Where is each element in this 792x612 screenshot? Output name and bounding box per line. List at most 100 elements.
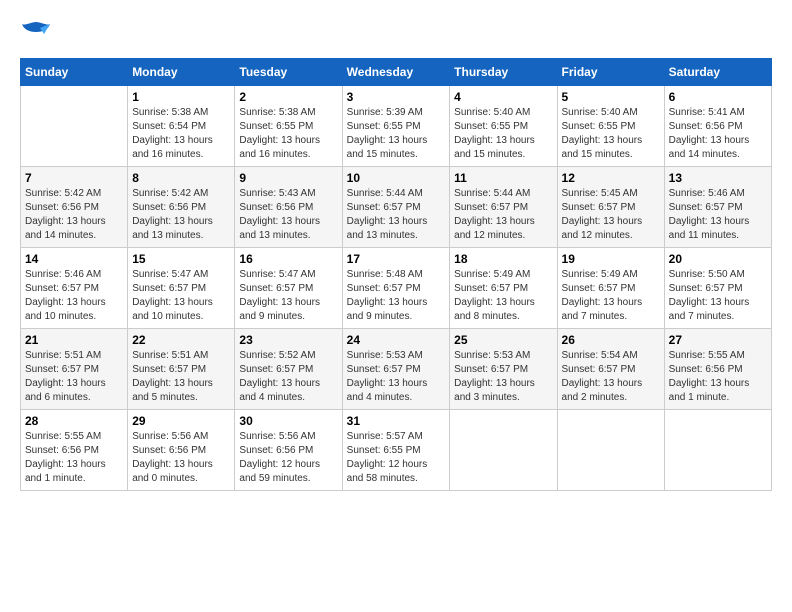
calendar-cell: 10 Sunrise: 5:44 AM Sunset: 6:57 PM Dayli… <box>342 167 450 248</box>
calendar-cell: 4 Sunrise: 5:40 AM Sunset: 6:55 PM Daylig… <box>450 86 557 167</box>
day-info: Sunrise: 5:38 AM Sunset: 6:55 PM Dayligh… <box>239 106 337 162</box>
week-row-5: 28 Sunrise: 5:55 AM Sunset: 6:56 PM Dayli… <box>21 410 772 491</box>
day-info: Sunrise: 5:49 AM Sunset: 6:57 PM Dayligh… <box>562 268 660 324</box>
day-info: Sunrise: 5:43 AM Sunset: 6:56 PM Dayligh… <box>239 187 337 243</box>
day-number: 15 <box>132 252 230 266</box>
day-number: 12 <box>562 171 660 185</box>
week-row-1: 1Sunrise: 5:38 AM Sunset: 6:54 PM Daylig… <box>21 86 772 167</box>
day-number: 29 <box>132 414 230 428</box>
calendar-cell: 23 Sunrise: 5:52 AM Sunset: 6:57 PM Dayli… <box>235 329 342 410</box>
day-info: Sunrise: 5:53 AM Sunset: 6:57 PM Dayligh… <box>454 349 552 405</box>
day-header-saturday: Saturday <box>664 59 771 86</box>
day-info: Sunrise: 5:41 AM Sunset: 6:56 PM Dayligh… <box>669 106 767 162</box>
calendar-cell: 22 Sunrise: 5:51 AM Sunset: 6:57 PM Dayli… <box>128 329 235 410</box>
days-header: SundayMondayTuesdayWednesdayThursdayFrid… <box>21 59 772 86</box>
calendar-cell: 25 Sunrise: 5:53 AM Sunset: 6:57 PM Dayli… <box>450 329 557 410</box>
day-number: 19 <box>562 252 660 266</box>
day-header-monday: Monday <box>128 59 235 86</box>
calendar-cell: 3 Sunrise: 5:39 AM Sunset: 6:55 PM Daylig… <box>342 86 450 167</box>
day-info: Sunrise: 5:57 AM Sunset: 6:55 PM Dayligh… <box>347 430 446 486</box>
week-row-2: 7Sunrise: 5:42 AM Sunset: 6:56 PM Daylig… <box>21 167 772 248</box>
day-number: 23 <box>239 333 337 347</box>
day-info: Sunrise: 5:48 AM Sunset: 6:57 PM Dayligh… <box>347 268 446 324</box>
day-number: 17 <box>347 252 446 266</box>
day-number: 14 <box>25 252 123 266</box>
calendar-cell: 5Sunrise: 5:40 AM Sunset: 6:55 PM Daylig… <box>557 86 664 167</box>
calendar-cell: 16Sunrise: 5:47 AM Sunset: 6:57 PM Dayli… <box>235 248 342 329</box>
day-number: 30 <box>239 414 337 428</box>
calendar-cell: 8Sunrise: 5:42 AM Sunset: 6:56 PM Daylig… <box>128 167 235 248</box>
day-number: 6 <box>669 90 767 104</box>
day-number: 3 <box>347 90 446 104</box>
day-header-sunday: Sunday <box>21 59 128 86</box>
day-info: Sunrise: 5:51 AM Sunset: 6:57 PM Dayligh… <box>132 349 230 405</box>
calendar-cell: 7Sunrise: 5:42 AM Sunset: 6:56 PM Daylig… <box>21 167 128 248</box>
day-number: 31 <box>347 414 446 428</box>
day-number: 8 <box>132 171 230 185</box>
day-header-thursday: Thursday <box>450 59 557 86</box>
day-number: 24 <box>347 333 446 347</box>
logo <box>20 20 56 48</box>
day-info: Sunrise: 5:56 AM Sunset: 6:56 PM Dayligh… <box>239 430 337 486</box>
day-number: 25 <box>454 333 552 347</box>
day-number: 13 <box>669 171 767 185</box>
day-info: Sunrise: 5:53 AM Sunset: 6:57 PM Dayligh… <box>347 349 446 405</box>
calendar-cell: 2Sunrise: 5:38 AM Sunset: 6:55 PM Daylig… <box>235 86 342 167</box>
calendar-table: SundayMondayTuesdayWednesdayThursdayFrid… <box>20 58 772 491</box>
calendar-cell: 29 Sunrise: 5:56 AM Sunset: 6:56 PM Dayli… <box>128 410 235 491</box>
day-info: Sunrise: 5:49 AM Sunset: 6:57 PM Dayligh… <box>454 268 552 324</box>
day-number: 28 <box>25 414 123 428</box>
calendar-cell: 17 Sunrise: 5:48 AM Sunset: 6:57 PM Dayli… <box>342 248 450 329</box>
day-header-wednesday: Wednesday <box>342 59 450 86</box>
day-info: Sunrise: 5:39 AM Sunset: 6:55 PM Dayligh… <box>347 106 446 162</box>
day-info: Sunrise: 5:46 AM Sunset: 6:57 PM Dayligh… <box>25 268 123 324</box>
day-info: Sunrise: 5:38 AM Sunset: 6:54 PM Dayligh… <box>132 106 230 162</box>
day-info: Sunrise: 5:42 AM Sunset: 6:56 PM Dayligh… <box>25 187 123 243</box>
day-number: 22 <box>132 333 230 347</box>
day-header-friday: Friday <box>557 59 664 86</box>
day-info: Sunrise: 5:55 AM Sunset: 6:56 PM Dayligh… <box>25 430 123 486</box>
calendar-cell: 11 Sunrise: 5:44 AM Sunset: 6:57 PM Dayli… <box>450 167 557 248</box>
day-number: 21 <box>25 333 123 347</box>
logo-bird-icon <box>20 20 52 48</box>
day-info: Sunrise: 5:47 AM Sunset: 6:57 PM Dayligh… <box>132 268 230 324</box>
day-number: 10 <box>347 171 446 185</box>
day-number: 11 <box>454 171 552 185</box>
week-row-4: 21 Sunrise: 5:51 AM Sunset: 6:57 PM Dayli… <box>21 329 772 410</box>
day-info: Sunrise: 5:56 AM Sunset: 6:56 PM Dayligh… <box>132 430 230 486</box>
day-info: Sunrise: 5:54 AM Sunset: 6:57 PM Dayligh… <box>562 349 660 405</box>
day-number: 4 <box>454 90 552 104</box>
calendar-cell: 13 Sunrise: 5:46 AM Sunset: 6:57 PM Dayli… <box>664 167 771 248</box>
day-info: Sunrise: 5:46 AM Sunset: 6:57 PM Dayligh… <box>669 187 767 243</box>
calendar-cell: 6 Sunrise: 5:41 AM Sunset: 6:56 PM Daylig… <box>664 86 771 167</box>
week-row-3: 14 Sunrise: 5:46 AM Sunset: 6:57 PM Dayli… <box>21 248 772 329</box>
calendar-cell <box>21 86 128 167</box>
calendar-cell: 9 Sunrise: 5:43 AM Sunset: 6:56 PM Daylig… <box>235 167 342 248</box>
calendar-cell: 30 Sunrise: 5:56 AM Sunset: 6:56 PM Dayli… <box>235 410 342 491</box>
calendar-cell <box>664 410 771 491</box>
day-info: Sunrise: 5:51 AM Sunset: 6:57 PM Dayligh… <box>25 349 123 405</box>
day-info: Sunrise: 5:44 AM Sunset: 6:57 PM Dayligh… <box>454 187 552 243</box>
calendar-cell: 26 Sunrise: 5:54 AM Sunset: 6:57 PM Dayli… <box>557 329 664 410</box>
day-info: Sunrise: 5:55 AM Sunset: 6:56 PM Dayligh… <box>669 349 767 405</box>
day-number: 26 <box>562 333 660 347</box>
calendar-cell <box>557 410 664 491</box>
day-number: 20 <box>669 252 767 266</box>
calendar-cell: 31 Sunrise: 5:57 AM Sunset: 6:55 PM Dayli… <box>342 410 450 491</box>
calendar-cell: 12 Sunrise: 5:45 AM Sunset: 6:57 PM Dayli… <box>557 167 664 248</box>
day-info: Sunrise: 5:44 AM Sunset: 6:57 PM Dayligh… <box>347 187 446 243</box>
calendar-cell: 1Sunrise: 5:38 AM Sunset: 6:54 PM Daylig… <box>128 86 235 167</box>
calendar-cell: 28 Sunrise: 5:55 AM Sunset: 6:56 PM Dayli… <box>21 410 128 491</box>
day-number: 5 <box>562 90 660 104</box>
day-info: Sunrise: 5:52 AM Sunset: 6:57 PM Dayligh… <box>239 349 337 405</box>
calendar-body: 1Sunrise: 5:38 AM Sunset: 6:54 PM Daylig… <box>21 86 772 491</box>
day-number: 16 <box>239 252 337 266</box>
day-number: 9 <box>239 171 337 185</box>
calendar-cell: 21 Sunrise: 5:51 AM Sunset: 6:57 PM Dayli… <box>21 329 128 410</box>
day-number: 18 <box>454 252 552 266</box>
day-info: Sunrise: 5:45 AM Sunset: 6:57 PM Dayligh… <box>562 187 660 243</box>
calendar-cell: 14 Sunrise: 5:46 AM Sunset: 6:57 PM Dayli… <box>21 248 128 329</box>
day-info: Sunrise: 5:50 AM Sunset: 6:57 PM Dayligh… <box>669 268 767 324</box>
calendar-cell: 20 Sunrise: 5:50 AM Sunset: 6:57 PM Dayli… <box>664 248 771 329</box>
day-info: Sunrise: 5:40 AM Sunset: 6:55 PM Dayligh… <box>454 106 552 162</box>
